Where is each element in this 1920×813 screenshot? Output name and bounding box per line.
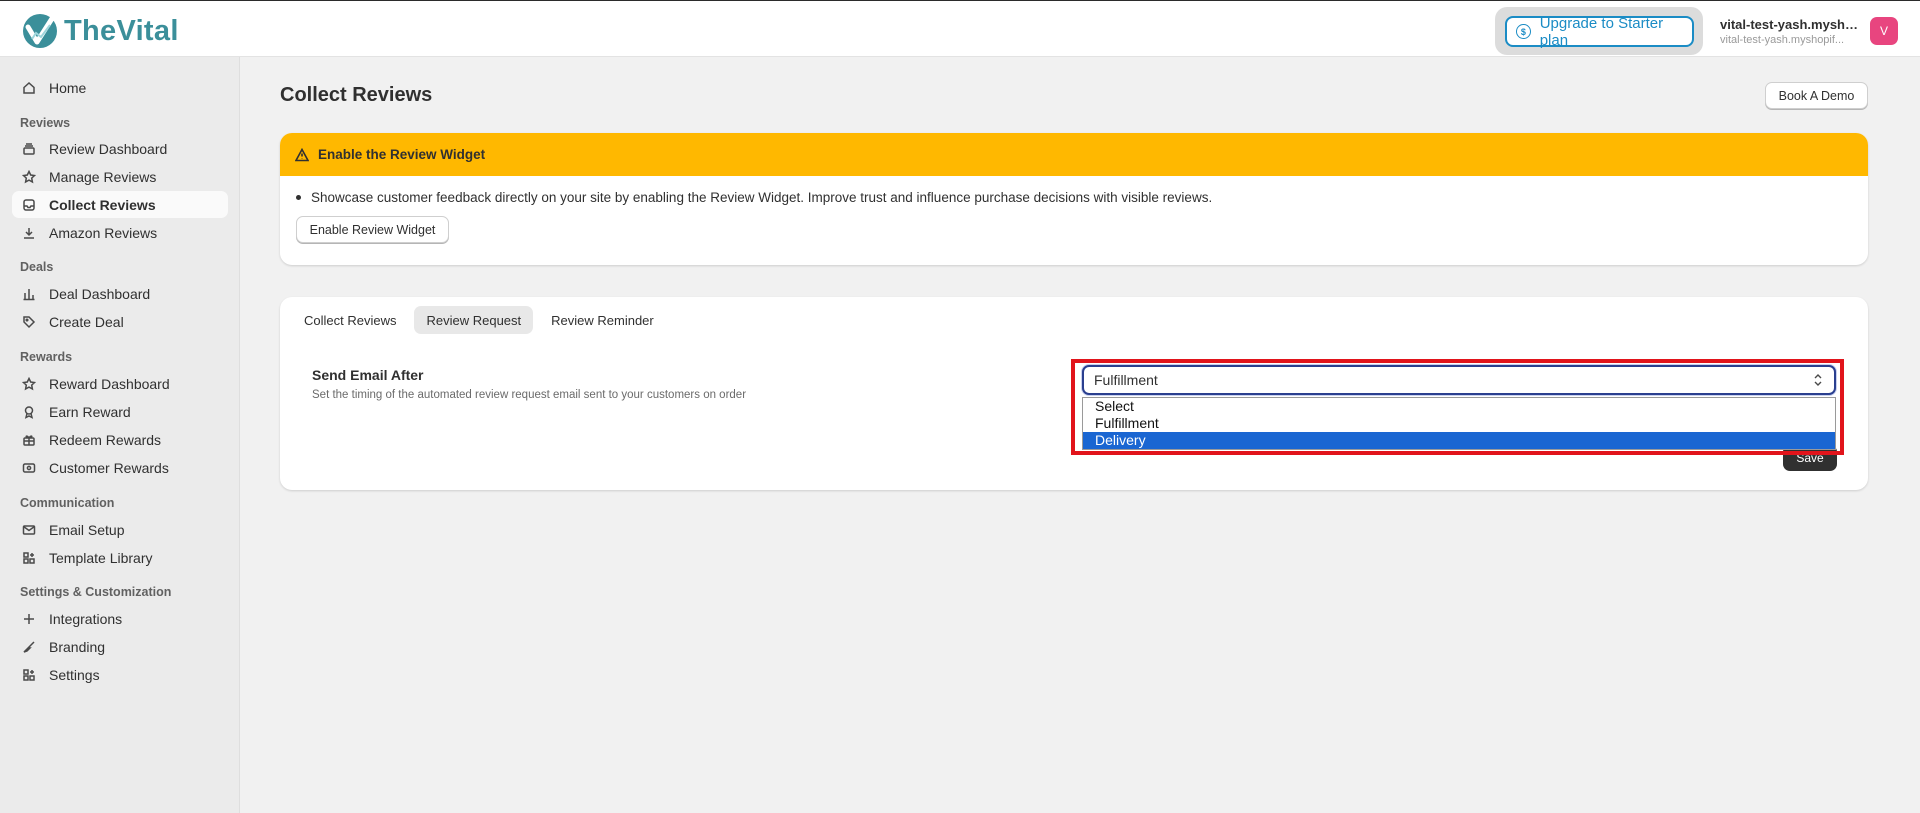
- sidebar-item-branding[interactable]: Branding: [12, 633, 228, 660]
- stack-icon: [22, 142, 36, 156]
- sidebar-item-reward-dashboard[interactable]: Reward Dashboard: [12, 370, 228, 397]
- star-icon: [22, 376, 36, 391]
- page-title: Collect Reviews: [280, 84, 433, 106]
- select-dropdown: Select Fulfillment Delivery: [1082, 397, 1836, 450]
- sidebar-item-label: Deal Dashboard: [49, 285, 151, 302]
- section-communication: Communication: [20, 496, 115, 510]
- sidebar-item-label: Amazon Reviews: [49, 224, 158, 241]
- banner-bullet: Showcase customer feedback directly on y…: [296, 190, 1868, 205]
- sidebar-item-label: Reward Dashboard: [49, 375, 170, 392]
- tab-collect-reviews[interactable]: Collect Reviews: [292, 306, 408, 334]
- select-value: Fulfillment: [1094, 372, 1158, 388]
- plus-icon: [22, 612, 36, 626]
- mail-icon: [22, 523, 36, 537]
- sidebar-item-template-library[interactable]: Template Library: [12, 544, 228, 571]
- top-bar: TheVital $ Upgrade to Starter plan vital…: [0, 0, 1920, 57]
- upgrade-container: $ Upgrade to Starter plan: [1495, 7, 1703, 55]
- sidebar-item-email-setup[interactable]: Email Setup: [12, 516, 228, 543]
- section-settings: Settings & Customization: [20, 585, 172, 599]
- sidebar-item-label: Manage Reviews: [49, 168, 157, 185]
- tag-icon: [22, 315, 36, 329]
- sidebar-item-manage-reviews[interactable]: Manage Reviews: [12, 163, 228, 190]
- sidebar-item-label: Home: [49, 79, 87, 96]
- enable-review-widget-button[interactable]: Enable Review Widget: [296, 216, 449, 243]
- bullet-dot: [296, 195, 301, 200]
- bar-chart-icon: [22, 287, 36, 301]
- banner-text: Showcase customer feedback directly on y…: [311, 190, 1213, 205]
- ticket-icon: [22, 461, 36, 475]
- apps-icon: [22, 551, 36, 565]
- tab-review-request[interactable]: Review Request: [414, 306, 534, 334]
- warning-icon: [295, 147, 309, 161]
- sidebar-item-redeem-rewards[interactable]: Redeem Rewards: [12, 426, 228, 453]
- option-delivery[interactable]: Delivery: [1083, 432, 1835, 449]
- sidebar-item-label: Settings: [49, 666, 100, 683]
- logo-icon: [23, 14, 57, 48]
- avatar[interactable]: V: [1870, 17, 1898, 45]
- send-email-after-label: Send Email After: [312, 367, 424, 383]
- upgrade-label: Upgrade to Starter plan: [1539, 14, 1664, 49]
- sidebar-item-review-dashboard[interactable]: Review Dashboard: [12, 135, 228, 162]
- sidebar-item-label: Template Library: [49, 549, 153, 566]
- section-deals: Deals: [20, 260, 54, 274]
- home-icon: [22, 81, 36, 95]
- select-chevron-icon: [1814, 374, 1822, 386]
- banner-title: Enable the Review Widget: [318, 147, 486, 162]
- sidebar-item-settings[interactable]: Settings: [12, 661, 228, 688]
- review-widget-banner: Enable the Review Widget Showcase custom…: [280, 133, 1868, 265]
- sidebar-item-label: Branding: [49, 638, 106, 655]
- send-email-after-select[interactable]: Fulfillment: [1082, 365, 1836, 395]
- tabs: Collect Reviews Review Request Review Re…: [292, 306, 666, 334]
- gift-icon: [22, 433, 36, 447]
- section-rewards: Rewards: [20, 350, 73, 364]
- brush-icon: [22, 640, 36, 654]
- sidebar-item-label: Email Setup: [49, 521, 125, 538]
- book-demo-button[interactable]: Book A Demo: [1765, 82, 1868, 109]
- tab-review-reminder[interactable]: Review Reminder: [539, 306, 666, 334]
- logo[interactable]: TheVital: [20, 11, 179, 51]
- star-icon: [22, 169, 36, 184]
- download-icon: [22, 226, 36, 240]
- sidebar-item-label: Customer Rewards: [49, 459, 169, 476]
- upgrade-button[interactable]: $ Upgrade to Starter plan: [1505, 14, 1694, 49]
- sidebar-item-home[interactable]: Home: [12, 74, 228, 101]
- banner-header: Enable the Review Widget: [280, 133, 1868, 176]
- option-fulfillment[interactable]: Fulfillment: [1083, 415, 1835, 432]
- shop-info[interactable]: vital-test-yash.mysho... vital-test-yash…: [1720, 17, 1860, 46]
- sidebar-item-earn-reward[interactable]: Earn Reward: [12, 398, 228, 425]
- sidebar-item-deal-dashboard[interactable]: Deal Dashboard: [12, 280, 228, 307]
- logo-text: TheVital: [64, 14, 179, 47]
- sidebar-item-integrations[interactable]: Integrations: [12, 605, 228, 632]
- sidebar-item-label: Integrations: [49, 610, 123, 627]
- send-email-after-help: Set the timing of the automated review r…: [312, 389, 747, 401]
- shop-domain: vital-test-yash.myshopif...: [1720, 34, 1845, 46]
- sidebar-item-label: Earn Reward: [49, 403, 131, 420]
- sidebar-item-amazon-reviews[interactable]: Amazon Reviews: [12, 219, 228, 246]
- shop-name: vital-test-yash.mysho...: [1720, 17, 1860, 32]
- inbox-icon: [22, 198, 36, 212]
- sidebar-item-label: Collect Reviews: [49, 196, 156, 213]
- banner-body: Showcase customer feedback directly on y…: [280, 176, 1868, 243]
- sidebar: Home Reviews Review Dashboard Manage Rev…: [0, 57, 240, 813]
- section-reviews: Reviews: [20, 116, 71, 130]
- medal-icon: [22, 405, 36, 419]
- sidebar-item-customer-rewards[interactable]: Customer Rewards: [12, 454, 228, 481]
- sidebar-item-label: Review Dashboard: [49, 140, 168, 157]
- dollar-icon: $: [1516, 24, 1531, 39]
- option-select[interactable]: Select: [1083, 398, 1835, 415]
- sidebar-item-create-deal[interactable]: Create Deal: [12, 308, 228, 335]
- apps-icon: [22, 668, 36, 682]
- sidebar-item-collect-reviews[interactable]: Collect Reviews: [12, 191, 228, 218]
- sidebar-item-label: Redeem Rewards: [49, 431, 162, 448]
- sidebar-item-label: Create Deal: [49, 313, 124, 330]
